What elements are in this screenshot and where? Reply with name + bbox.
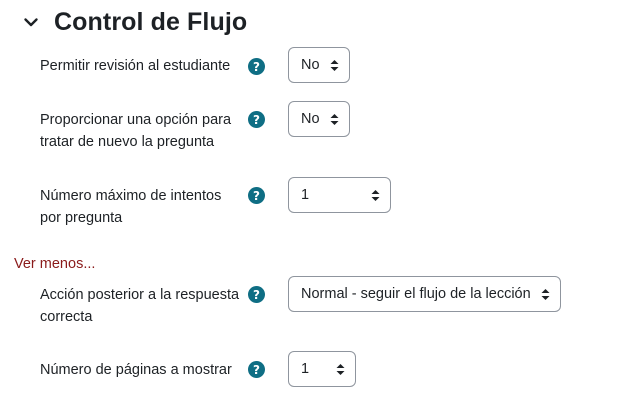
section-header-flow-control[interactable]: Control de Flujo [22,4,247,40]
select-value: No [301,111,320,127]
show-less-link[interactable]: Ver menos... [14,256,95,272]
max-attempts-select[interactable]: 1 [288,177,391,213]
sort-updown-icon [329,58,339,72]
select-value: No [301,57,320,73]
field-label: Permitir revisión al estudiante [40,58,231,74]
select-value: Normal - seguir el flujo de la lección [301,286,531,302]
question-circle-icon[interactable]: ? [248,286,265,303]
field-label: Proporcionar una opción para tratar de n… [40,112,232,150]
select-value: 1 [301,361,310,377]
question-circle-icon[interactable]: ? [248,111,265,128]
section-title: Control de Flujo [54,7,248,36]
chevron-down-icon[interactable] [22,13,40,31]
field-label: Acción posterior a la respuesta correcta [40,287,240,325]
select-value: 1 [301,187,310,203]
question-circle-icon[interactable]: ? [248,58,265,75]
student-review-select[interactable]: No [288,47,350,83]
form-page: Control de Flujo Permitir revisión al es… [0,0,632,397]
action-after-correct-select[interactable]: Normal - seguir el flujo de la lección [288,276,561,312]
retry-option-select[interactable]: No [288,101,350,137]
question-circle-icon[interactable]: ? [248,361,265,378]
question-circle-icon[interactable]: ? [248,187,265,204]
sort-updown-icon [370,188,380,202]
field-label: Número de páginas a mostrar [40,362,232,378]
field-label: Número máximo de intentos por pregunta [40,188,222,226]
sort-updown-icon [329,112,339,126]
pages-to-show-select[interactable]: 1 [288,351,356,387]
sort-updown-icon [335,362,345,376]
sort-updown-icon [540,287,550,301]
